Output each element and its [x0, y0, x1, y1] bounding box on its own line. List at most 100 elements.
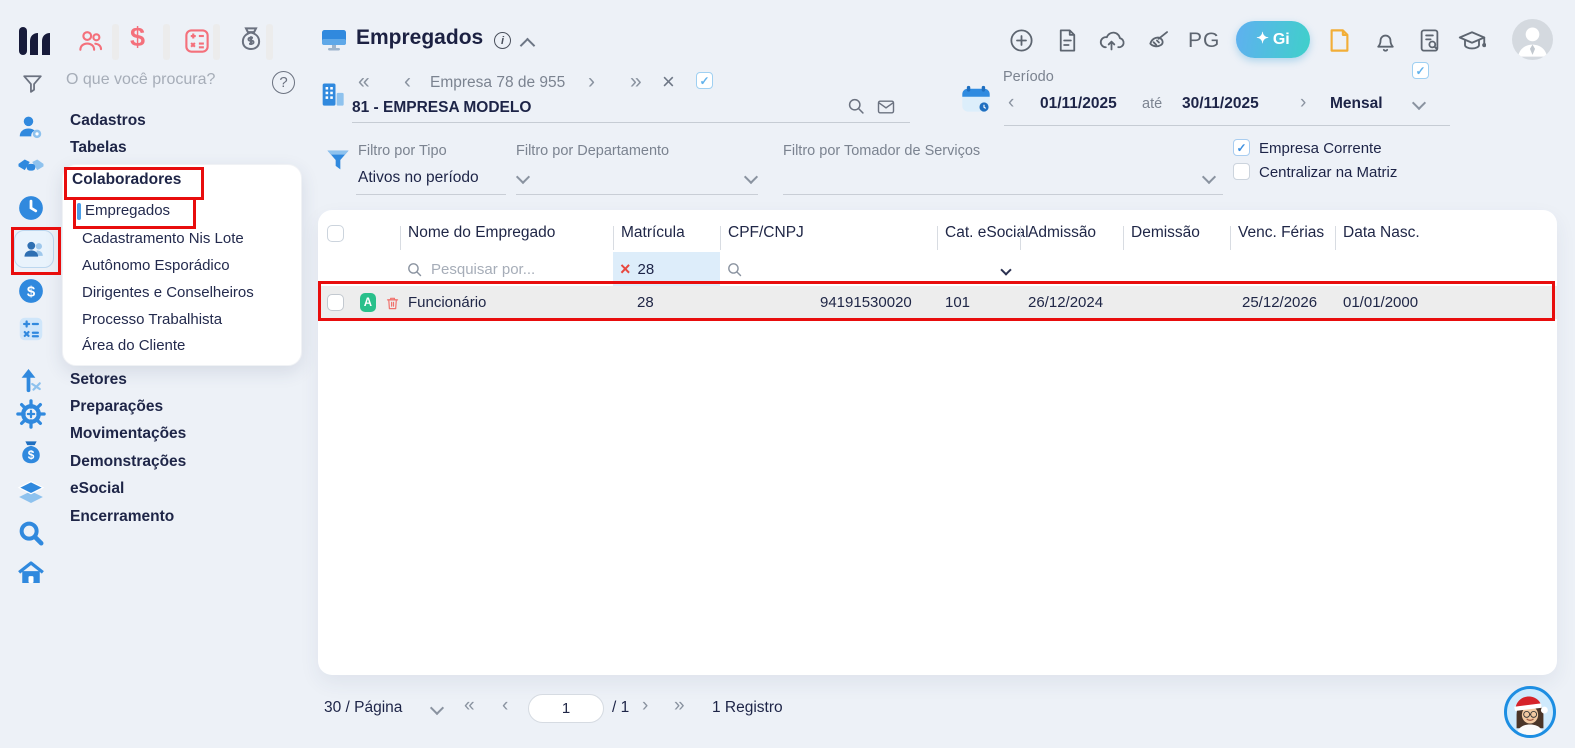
period-checkbox[interactable]: ✓ [1412, 62, 1429, 79]
column-separator [1123, 226, 1124, 250]
sidebar-icon-calculos[interactable] [16, 314, 48, 346]
matricula-filter-chip[interactable]: × 28 [613, 252, 720, 286]
table-search-input[interactable] [429, 259, 593, 279]
sidebar-item-encerramento[interactable]: Encerramento [70, 508, 174, 526]
submenu-item-area-do-cliente[interactable]: Área do Cliente [82, 337, 185, 354]
period-mode-chevron-icon[interactable] [1411, 95, 1427, 111]
company-next-button[interactable]: › [588, 70, 595, 94]
moneybag-quick-icon[interactable] [236, 24, 266, 58]
clear-filter-icon[interactable]: × [620, 260, 631, 278]
help-button[interactable]: ? [272, 71, 295, 94]
column-header-admissao[interactable]: Admissão [1020, 224, 1123, 250]
gi-assistant-button[interactable]: ✦ Gi [1236, 21, 1310, 58]
submenu-item-autonomo-esporadico[interactable]: Autônomo Esporádico [82, 257, 230, 274]
filter-tipo-chevron-icon[interactable] [515, 169, 531, 185]
sidebar-icon-tabelas[interactable] [16, 152, 48, 184]
sidebar-icon-esocial[interactable] [16, 478, 48, 510]
company-last-button[interactable]: » [630, 70, 642, 94]
sidebar-icon-cadastros[interactable] [16, 112, 48, 144]
topbar-separator [163, 24, 170, 60]
notifications-button[interactable] [1372, 27, 1399, 58]
first-page-button[interactable]: « [464, 695, 475, 717]
per-page-select[interactable]: 30 / Página [324, 699, 402, 717]
sidebar-icon-preparacoes[interactable] [16, 399, 48, 431]
company-search-button[interactable] [846, 96, 866, 120]
company-first-button[interactable]: « [358, 70, 370, 94]
page-input[interactable]: 1 [528, 694, 604, 723]
document-button[interactable] [1054, 27, 1081, 58]
prev-page-button[interactable]: ‹ [502, 695, 508, 717]
info-icon[interactable]: i [494, 32, 511, 49]
empresa-corrente-label[interactable]: Empresa Corrente [1259, 140, 1382, 157]
column-header-nome[interactable]: Nome do Empregado [400, 224, 613, 250]
column-header-demissao[interactable]: Demissão [1123, 224, 1230, 250]
app-logo[interactable] [16, 22, 56, 60]
column-header-venc-ferias[interactable]: Venc. Férias [1230, 224, 1335, 250]
period-mode-select[interactable]: Mensal [1330, 95, 1383, 113]
period-next-button[interactable]: › [1300, 92, 1306, 114]
filter-tomador-chevron-icon[interactable] [1201, 169, 1217, 185]
employees-quick-icon[interactable] [76, 26, 106, 60]
column-header-data-nasc[interactable]: Data Nasc. [1335, 224, 1557, 250]
company-pin-checkbox[interactable]: ✓ [696, 72, 713, 89]
sidebar-item-movimentacoes[interactable]: Movimentações [70, 425, 186, 443]
sidebar-item-esocial[interactable]: eSocial [70, 480, 124, 498]
collapse-chevron-icon[interactable] [519, 37, 536, 54]
table-row[interactable]: A Funcionário 28 94191530020 101 26/12/2… [318, 286, 1557, 319]
period-prev-button[interactable]: ‹ [1008, 92, 1014, 114]
calculator-quick-icon[interactable] [182, 26, 212, 60]
column-header-matricula[interactable]: Matrícula [613, 224, 720, 250]
submenu-item-empregados[interactable]: Empregados [85, 202, 170, 219]
filter-tipo-select[interactable]: Ativos no período [358, 169, 479, 187]
next-page-button[interactable]: › [642, 695, 648, 717]
company-clear-button[interactable]: × [662, 69, 675, 95]
select-all-checkbox[interactable] [327, 224, 344, 242]
submenu-item-cadastramento-nis-lote[interactable]: Cadastramento Nis Lote [82, 230, 244, 247]
cat-esocial-filter-chevron-icon[interactable] [1000, 263, 1012, 276]
add-button[interactable] [1008, 27, 1035, 58]
sidebar-icon-home[interactable] [16, 558, 48, 590]
period-end-date[interactable]: 30/11/2025 [1182, 95, 1259, 113]
user-avatar[interactable] [1512, 19, 1553, 60]
column-header-cpf-cnpj[interactable]: CPF/CNPJ [720, 224, 937, 250]
menu-filter-icon[interactable] [20, 71, 45, 100]
trash-icon[interactable] [385, 294, 400, 312]
sidebar-item-colaboradores[interactable]: Colaboradores [72, 171, 181, 189]
filter-departamento-chevron-icon[interactable] [743, 169, 759, 185]
sidebar-item-demonstracoes[interactable]: Demonstrações [70, 453, 186, 471]
company-mail-button[interactable] [876, 97, 896, 121]
sidebar-icon-clock[interactable] [16, 193, 48, 225]
per-page-chevron-icon[interactable] [429, 700, 445, 716]
sidebar-icon-movimentacoes[interactable]: $ [16, 437, 48, 469]
finance-quick-icon[interactable]: $ [130, 22, 145, 53]
row-checkbox[interactable] [327, 294, 344, 311]
audit-button[interactable] [1416, 27, 1443, 58]
submenu-item-processo-trabalhista[interactable]: Processo Trabalhista [82, 311, 222, 328]
upload-button[interactable] [1098, 27, 1125, 58]
sidebar-item-tabelas[interactable]: Tabelas [70, 139, 127, 157]
sidebar-icon-consultas[interactable] [16, 518, 48, 550]
clean-button[interactable] [1144, 27, 1171, 58]
pg-button[interactable]: PG [1188, 29, 1220, 53]
centralizar-matriz-label[interactable]: Centralizar na Matriz [1259, 164, 1397, 181]
last-page-button[interactable]: » [674, 695, 685, 717]
period-start-date[interactable]: 01/11/2025 [1040, 95, 1117, 113]
search-icon [19, 521, 44, 546]
sidebar-icon-colaboradores[interactable] [14, 230, 54, 268]
training-button[interactable] [1458, 27, 1487, 59]
submenu-item-dirigentes-conselheiros[interactable]: Dirigentes e Conselheiros [82, 284, 254, 301]
sidebar-search-input[interactable] [64, 70, 258, 90]
sidebar-icon-setores[interactable] [16, 364, 48, 396]
notes-button[interactable] [1326, 27, 1353, 58]
period-calendar-icon[interactable] [960, 83, 992, 119]
sidebar-item-cadastros[interactable]: Cadastros [70, 112, 146, 130]
column-header-cat-esocial[interactable]: Cat. eSocial [937, 224, 1029, 250]
centralizar-matriz-checkbox[interactable] [1233, 163, 1250, 180]
sidebar-item-setores[interactable]: Setores [70, 371, 127, 389]
sidebar-item-preparacoes[interactable]: Preparações [70, 398, 163, 416]
empresa-corrente-checkbox[interactable]: ✓ [1233, 139, 1250, 156]
sidebar-icon-financeiro[interactable]: $ [16, 276, 48, 308]
gi-assistant-avatar[interactable] [1504, 686, 1556, 738]
company-prev-button[interactable]: ‹ [404, 70, 411, 94]
filters-icon [324, 146, 352, 178]
